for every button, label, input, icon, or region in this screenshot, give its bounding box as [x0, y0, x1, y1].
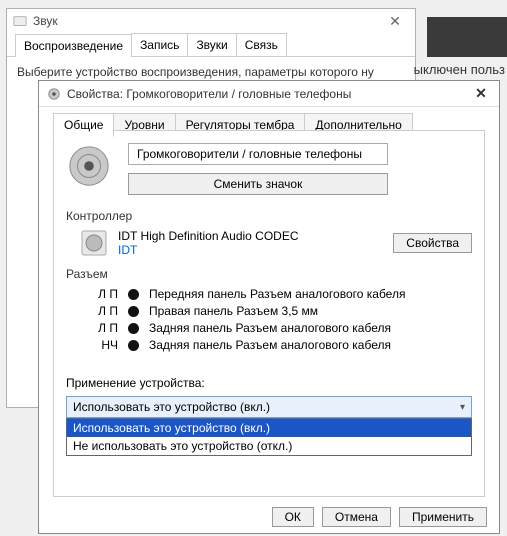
- bg-dark-strip: [427, 17, 507, 57]
- bg-partial-text: ыключен польз: [414, 62, 505, 77]
- sound-titlebar: Звук ✕: [7, 9, 415, 33]
- jack-channel: Л П: [90, 304, 118, 318]
- sound-tabs: Воспроизведение Запись Звуки Связь: [7, 33, 415, 57]
- usage-combobox[interactable]: Использовать это устройство (вкл.) ▾: [66, 396, 472, 418]
- controller-name: IDT High Definition Audio CODEC: [118, 229, 299, 243]
- sound-close-button[interactable]: ✕: [381, 13, 409, 30]
- jack-dot-icon: [128, 323, 139, 334]
- jack-label: Разъем: [66, 267, 472, 281]
- jacks-group: Разъем Л П Передняя панель Разъем аналог…: [66, 267, 472, 352]
- usage-option-disable[interactable]: Не использовать это устройство (откл.): [67, 437, 471, 455]
- ok-button[interactable]: ОК: [272, 507, 314, 527]
- change-icon-button[interactable]: Сменить значок: [128, 173, 388, 195]
- jack-desc: Передняя панель Разъем аналогового кабел…: [149, 287, 405, 301]
- dialog-buttons: ОК Отмена Применить: [272, 507, 487, 527]
- apply-button[interactable]: Применить: [399, 507, 487, 527]
- codec-icon: [80, 229, 108, 257]
- properties-close-button[interactable]: ✕: [471, 85, 491, 102]
- jack-dot-icon: [128, 340, 139, 351]
- device-speaker-icon: [66, 143, 112, 189]
- usage-selected: Использовать это устройство (вкл.): [73, 400, 270, 414]
- jack-desc: Задняя панель Разъем аналогового кабеля: [149, 338, 391, 352]
- tab-sounds[interactable]: Звуки: [187, 33, 236, 56]
- jack-desc: Правая панель Разъем 3,5 мм: [149, 304, 318, 318]
- cancel-button[interactable]: Отмена: [322, 507, 391, 527]
- jack-row: Л П Правая панель Разъем 3,5 мм: [90, 304, 472, 318]
- usage-dropdown: Использовать это устройство (вкл.) Не ис…: [66, 418, 472, 456]
- chevron-down-icon: ▾: [460, 402, 465, 413]
- controller-label: Контроллер: [66, 209, 472, 223]
- usage-option-enable[interactable]: Использовать это устройство (вкл.): [67, 419, 471, 437]
- controller-row: IDT High Definition Audio CODEC IDT Свой…: [80, 229, 472, 257]
- properties-titlebar: Свойства: Громкоговорители / головные те…: [39, 81, 499, 107]
- jack-channel: Л П: [90, 287, 118, 301]
- controller-link[interactable]: IDT: [118, 243, 299, 257]
- controller-properties-button[interactable]: Свойства: [393, 233, 472, 253]
- jack-desc: Задняя панель Разъем аналогового кабеля: [149, 321, 391, 335]
- jack-dot-icon: [128, 306, 139, 317]
- jack-row: Л П Передняя панель Разъем аналогового к…: [90, 287, 472, 301]
- general-tab-content: Громкоговорители / головные телефоны Сме…: [53, 130, 485, 497]
- properties-window: Свойства: Громкоговорители / головные те…: [38, 80, 500, 534]
- jack-row: НЧ Задняя панель Разъем аналогового кабе…: [90, 338, 472, 352]
- tab-playback[interactable]: Воспроизведение: [15, 34, 132, 57]
- tab-general[interactable]: Общие: [53, 113, 114, 137]
- sound-title: Звук: [33, 14, 381, 28]
- usage-group: Применение устройства: Использовать это …: [66, 376, 472, 418]
- usage-label: Применение устройства:: [66, 376, 472, 390]
- speaker-icon: [47, 87, 61, 101]
- sound-icon: [13, 14, 27, 28]
- jack-channel: Л П: [90, 321, 118, 335]
- device-name-input[interactable]: Громкоговорители / головные телефоны: [128, 143, 388, 165]
- properties-title: Свойства: Громкоговорители / головные те…: [67, 87, 471, 101]
- tab-communications[interactable]: Связь: [236, 33, 287, 56]
- tab-recording[interactable]: Запись: [131, 33, 188, 56]
- jack-dot-icon: [128, 289, 139, 300]
- jack-row: Л П Задняя панель Разъем аналогового каб…: [90, 321, 472, 335]
- jack-channel: НЧ: [90, 338, 118, 352]
- device-header: Громкоговорители / головные телефоны Сме…: [66, 143, 472, 195]
